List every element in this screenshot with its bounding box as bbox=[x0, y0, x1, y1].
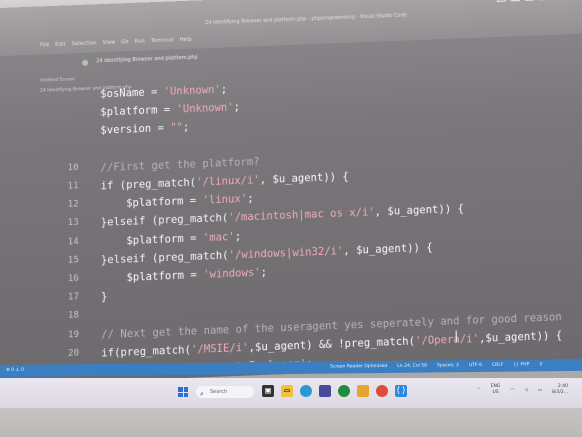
status-item[interactable]: Spaces: 3 bbox=[437, 363, 459, 368]
layout-icon[interactable] bbox=[524, 0, 534, 1]
window-controls bbox=[496, 0, 548, 2]
wall-below-screen bbox=[0, 408, 582, 437]
chevron-up-icon[interactable]: ⌃ bbox=[477, 388, 481, 393]
taskbar: ⌕ Search ▣ ▭ ⟨⟩ ⌃ ENG US ◠ ◁ ▭ 2:40 8/3/2.… bbox=[0, 378, 582, 408]
store-icon[interactable] bbox=[319, 385, 331, 397]
status-item[interactable]: CRLF bbox=[492, 363, 503, 368]
layout-icon[interactable] bbox=[496, 0, 506, 2]
menu-item-file[interactable]: File bbox=[40, 42, 49, 48]
xbox-icon[interactable] bbox=[338, 385, 350, 397]
problems-indicator[interactable]: ⊗ 0 ⚠ 0 bbox=[6, 368, 24, 373]
status-item[interactable]: Screen Reader Optimized bbox=[330, 364, 387, 370]
mouse-cursor-icon bbox=[455, 330, 457, 342]
wifi-icon[interactable]: ◠ bbox=[510, 388, 514, 393]
menu-item-help[interactable]: Help bbox=[180, 37, 192, 43]
status-item[interactable]: ⚲ bbox=[539, 362, 542, 367]
menu-bar: File Edit Selection View Go Run Terminal Help bbox=[40, 37, 192, 49]
vscode-window: 24 Identifying Browser and platform.php … bbox=[0, 0, 582, 416]
battery-icon[interactable]: ▭ bbox=[538, 388, 542, 393]
menu-item-edit[interactable]: Edit bbox=[55, 42, 66, 48]
code-text: } bbox=[62, 291, 108, 306]
vscode-icon[interactable]: ⟨⟩ bbox=[395, 385, 407, 397]
taskbar-search[interactable]: ⌕ Search bbox=[196, 386, 254, 398]
search-placeholder: Search bbox=[210, 389, 228, 395]
status-item[interactable]: Ln 24, Col 58 bbox=[397, 364, 427, 369]
file-icon bbox=[82, 59, 89, 66]
menu-item-run[interactable]: Run bbox=[135, 38, 145, 44]
file-explorer-icon[interactable]: ▭ bbox=[281, 385, 293, 397]
task-view-icon[interactable]: ▣ bbox=[262, 385, 274, 397]
status-items: Screen Reader Optimized Ln 24, Col 58 Spac… bbox=[330, 362, 543, 369]
language-indicator[interactable]: ENG US bbox=[491, 384, 501, 396]
status-item[interactable]: {} PHP bbox=[513, 362, 529, 367]
layout-icon[interactable] bbox=[510, 0, 520, 2]
status-item[interactable]: UTF-8 bbox=[469, 363, 482, 368]
windows-start-icon[interactable] bbox=[178, 387, 188, 397]
folder-icon[interactable] bbox=[357, 385, 369, 397]
search-icon: ⌕ bbox=[200, 390, 204, 398]
line-number: 18 bbox=[67, 310, 79, 322]
tab-untitled[interactable]: Untitled Screen bbox=[40, 77, 75, 83]
edge-icon[interactable] bbox=[300, 385, 312, 397]
clock[interactable]: 2:40 8/3/2... bbox=[552, 384, 568, 396]
window-title: 24 Identifying Browser and platform.php … bbox=[205, 12, 407, 27]
title-bar: 24 Identifying Browser and platform.php … bbox=[0, 0, 582, 57]
pinned-apps: ▣ ▭ ⟨⟩ bbox=[262, 385, 407, 397]
menu-item-terminal[interactable]: Terminal bbox=[151, 37, 174, 44]
tab-active-file[interactable]: 24 Identifying Browser and platform.php bbox=[96, 54, 198, 64]
menu-item-selection[interactable]: Selection bbox=[72, 40, 97, 47]
system-tray: ⌃ ENG US ◠ ◁ ▭ 2:40 8/3/2... bbox=[477, 384, 568, 396]
menu-item-view[interactable]: View bbox=[103, 40, 116, 47]
menu-item-go[interactable]: Go bbox=[121, 39, 128, 45]
chrome-icon[interactable] bbox=[376, 385, 388, 397]
volume-icon[interactable]: ◁ bbox=[524, 388, 527, 393]
